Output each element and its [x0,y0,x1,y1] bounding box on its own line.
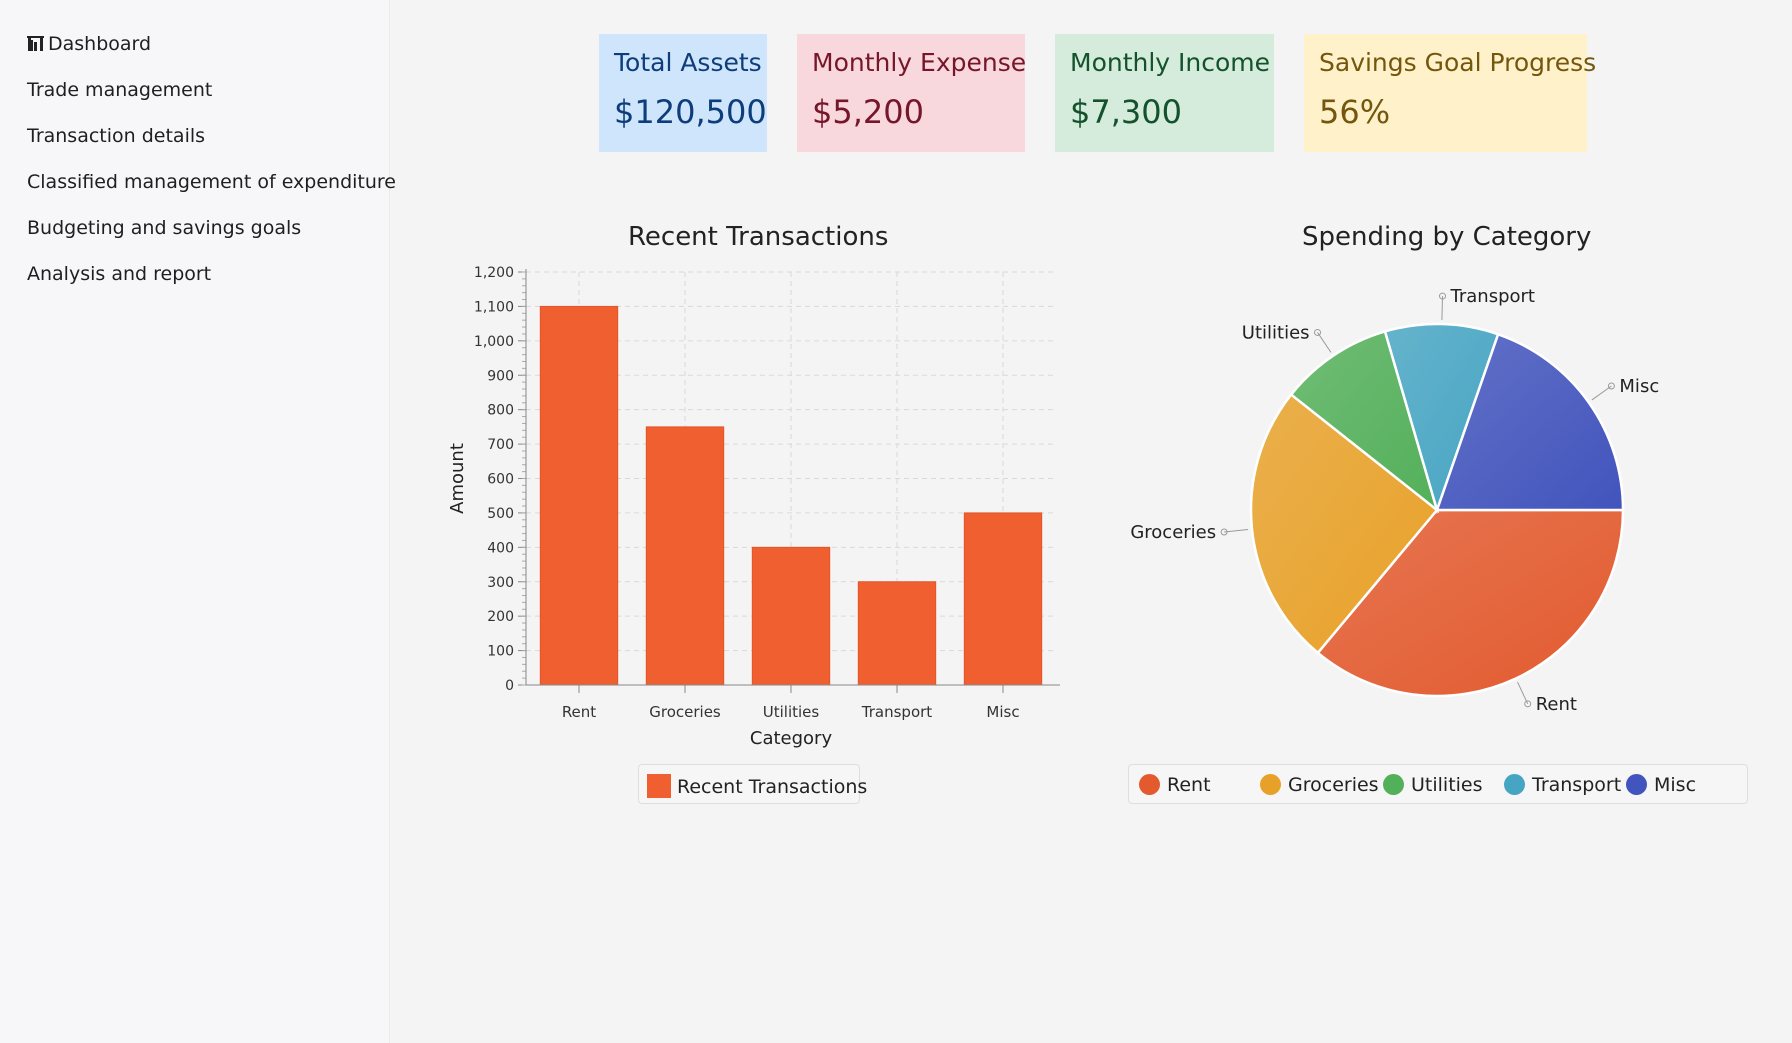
card-title: Monthly Income [1070,48,1271,77]
legend-swatch [1383,774,1404,795]
sidebar-item-budgeting[interactable]: Budgeting and savings goals [27,217,301,239]
sidebar-item-label: Budgeting and savings goals [27,217,302,239]
y-tick-label: 1,100 [474,299,514,315]
sidebar-item-label: Classified management of expenditure [27,171,396,193]
legend-item-misc: Misc [1626,774,1696,796]
x-tick-label: Utilities [763,703,820,721]
y-tick-label: 500 [487,506,514,522]
pie-leader-line [1441,296,1444,321]
bar-chart: 0 100 200 300 400 500 600 700 800 900 1,000 1,100 1,… [447,265,1060,749]
pie-label: Transport [1450,286,1535,307]
y-tick-label: 600 [487,472,514,488]
y-tick-label: 700 [487,437,514,453]
bar-chart-icon [27,35,44,57]
y-tick-label: 400 [487,540,514,556]
total-assets-card: Total Assets $120,500 [599,34,767,152]
pie-label: Misc [1619,376,1659,397]
pie-label: Groceries [1130,522,1216,543]
legend-label: Misc [1654,774,1697,796]
bar-groceries [645,426,725,686]
legend-label: Utilities [1411,774,1483,796]
card-value: $5,200 [812,93,924,131]
pie-leader-line [1224,529,1249,533]
sidebar-item-label: Dashboard [48,33,152,55]
pie-label: Utilities [1242,322,1310,343]
legend-swatch [647,774,671,798]
sidebar-item-label: Transaction details [27,125,206,147]
legend-label: Recent Transactions [677,776,868,798]
card-title: Total Assets [614,48,762,77]
x-tick-label: Transport [861,703,933,721]
legend-swatch [1626,774,1647,795]
pie-leader-line [1517,681,1529,705]
x-axis-label: Category [750,728,833,749]
app-window: Dashboard Trade management Transaction d… [0,0,1792,1043]
bar-utilities [751,546,831,686]
x-tick-label: Misc [986,703,1019,721]
y-tick-label: 800 [487,403,514,419]
bar-transport [857,581,937,686]
pie-leader-line [1317,332,1332,353]
bar-chart-title: Recent Transactions [628,222,889,252]
y-tick-label: 1,200 [474,265,514,281]
legend-label: Transport [1532,774,1622,796]
legend-item-groceries: Groceries [1260,774,1379,796]
y-tick-label: 0 [505,678,514,694]
sidebar-item-label: Trade management [27,79,213,101]
y-tick-label: 200 [487,609,514,625]
legend-item-transport: Transport [1504,774,1621,796]
x-tick-label: Rent [562,703,596,721]
y-tick-label: 300 [487,575,514,591]
legend-swatch [1504,774,1525,795]
pie-chart: Rent Groceries Utilities Transport Misc [1130,286,1659,715]
x-tick-label: Groceries [649,703,721,721]
sidebar-item-analysis-report[interactable]: Analysis and report [27,263,211,285]
card-title: Savings Goal Progress [1319,48,1597,77]
card-value: $7,300 [1070,93,1182,131]
card-value: 56% [1319,93,1391,131]
card-title: Monthly Expense [812,48,1027,77]
legend-swatch [1260,774,1281,795]
y-axis-label: Amount [447,443,468,514]
legend-label: Groceries [1288,774,1379,796]
sidebar: Dashboard Trade management Transaction d… [0,0,396,1043]
pie-chart-legend: Rent Groceries Utilities Transport Misc [1128,764,1748,804]
card-value: $120,500 [614,93,767,131]
y-tick-label: 1,000 [474,334,514,350]
legend-label: Rent [1167,774,1211,796]
sidebar-item-expenditure-categories[interactable]: Classified management of expenditure [27,171,396,193]
sidebar-item-dashboard[interactable]: Dashboard [27,33,151,57]
bar-chart-legend: Recent Transactions [638,764,867,804]
sidebar-item-transaction-details[interactable]: Transaction details [27,125,205,147]
y-tick-label: 100 [487,644,514,660]
pie-label: Rent [1536,694,1577,715]
sidebar-item-trade-management[interactable]: Trade management [27,79,212,101]
legend-item-utilities: Utilities [1383,774,1483,796]
sidebar-item-label: Analysis and report [27,263,212,285]
monthly-expense-card: Monthly Expense $5,200 [797,34,1027,152]
pie-leader-dot [1524,700,1532,708]
legend-item-rent: Rent [1139,774,1211,796]
y-tick-label: 900 [487,368,514,384]
monthly-income-card: Monthly Income $7,300 [1055,34,1274,152]
legend-swatch [1139,774,1160,795]
pie-leader-line [1591,385,1612,401]
savings-goal-card: Savings Goal Progress 56% [1304,34,1597,152]
bar-misc [963,512,1043,686]
pie-chart-title: Spending by Category [1302,222,1592,252]
legend-item-recent-transactions: Recent Transactions [647,774,867,798]
bar-rent [539,305,619,686]
